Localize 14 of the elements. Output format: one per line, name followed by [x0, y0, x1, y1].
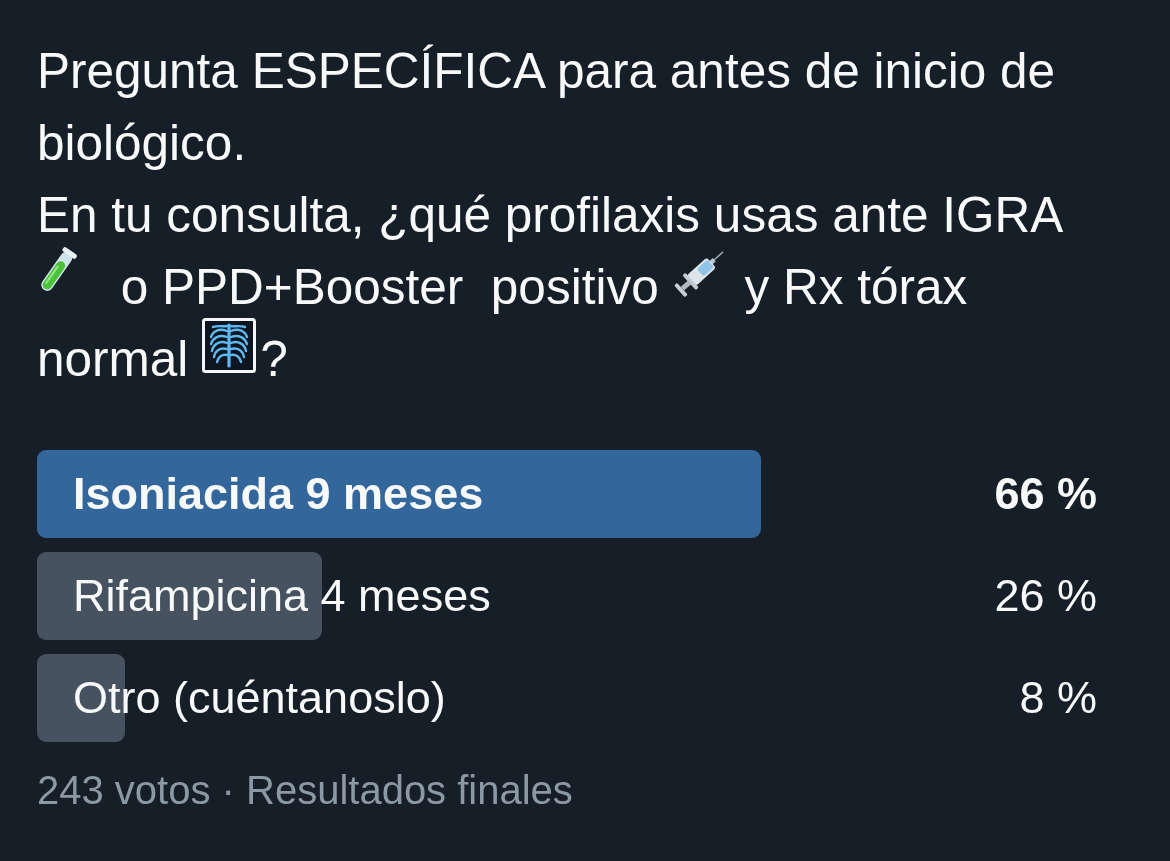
poll-percentage: 26 % [994, 569, 1097, 623]
poll-percentage: 66 % [994, 467, 1097, 521]
poll-footer-text: 243 votos · Resultados finales [37, 767, 573, 814]
question-text: normal [37, 330, 189, 388]
question-text: o PPD+Booster positivo [119, 258, 659, 316]
poll-option-label: Otro (cuéntanoslo) [73, 671, 446, 725]
question-text: y Rx tórax [743, 258, 968, 316]
poll-option-label: Rifampicina 4 meses [73, 569, 491, 623]
question-text: Pregunta ESPECÍFICA para antes de inicio de biológico. [37, 42, 1057, 172]
poll-option-label: Isoniacida 9 meses [73, 467, 484, 521]
poll-percentage: 8 % [1019, 671, 1097, 725]
question-text: En tu consulta, ¿qué profilaxis usas ante IGRA [37, 186, 1064, 244]
x-ray-icon [202, 318, 257, 373]
question-text: ? [260, 330, 288, 388]
